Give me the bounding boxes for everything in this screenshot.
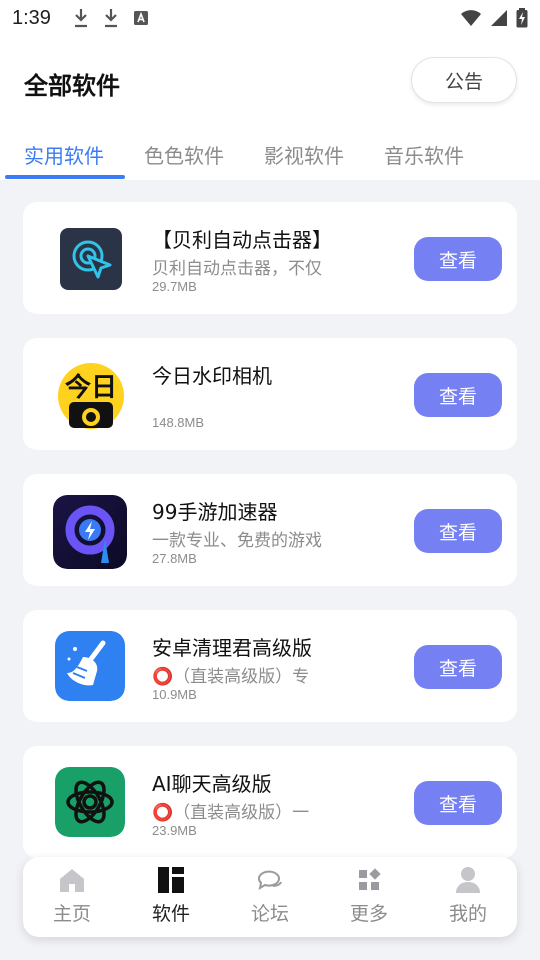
app-card[interactable]: AI聊天高级版 ⭕（直装高级版）一 23.9MB 查看 [23,746,517,858]
nav-more[interactable]: 更多 [320,865,418,931]
app-name: 【贝利自动点击器】 [152,228,332,252]
app-name: 安卓清理君高级版 [152,636,312,660]
nav-label: 论坛 [250,903,289,925]
app-card[interactable]: 99手游加速器 一款专业、免费的游戏 27.8MB 查看 [23,474,517,586]
svg-text:今日: 今日 [65,372,117,403]
cleaner-broom-icon [55,631,125,701]
apps-grid-icon [158,867,184,893]
app-card[interactable]: 安卓清理君高级版 ⭕（直装高级版）专 10.9MB 查看 [23,610,517,722]
app-name: AI聊天高级版 [152,772,272,796]
app-size: 27.8MB [152,551,197,566]
app-description: ⭕（直装高级版）一 [152,803,310,823]
nav-label: 主页 [52,903,91,925]
more-grid-icon [359,868,381,890]
chat-bubbles-icon [258,870,282,891]
home-icon [60,869,84,892]
category-tabs: 实用软件 色色软件 影视软件 音乐软件 [0,136,540,180]
nav-profile[interactable]: 我的 [419,865,517,931]
status-time: 1:39 [12,6,51,29]
status-notifications [73,8,149,28]
page-title: 全部软件 [24,72,120,100]
text-notification-icon [133,11,148,25]
app-size: 148.8MB [152,415,205,430]
wifi-icon [461,10,481,26]
download-icon [74,9,87,28]
app-card[interactable]: 【贝利自动点击器】 贝利自动点击器，不仅 29.7MB 查看 [23,202,517,314]
view-button[interactable]: 查看 [414,781,502,825]
bottom-nav: 主页 软件 论坛 更多 我的 [23,857,517,937]
battery-charging-icon [516,8,528,28]
nav-forum[interactable]: 论坛 [221,865,319,931]
nav-label: 软件 [151,903,190,925]
page-header: 全部软件 公告 实用软件 色色软件 影视软件 音乐软件 [0,36,540,180]
status-bar: 1:39 [0,0,540,36]
view-button[interactable]: 查看 [414,373,502,417]
notice-button[interactable]: 公告 [411,57,517,103]
active-tab-indicator [5,175,125,179]
app-card[interactable]: 今日 今日水印相机 148.8MB 查看 [23,338,517,450]
auto-clicker-icon [60,228,122,290]
cell-signal-icon [491,10,507,26]
view-button[interactable]: 查看 [414,509,502,553]
view-button[interactable]: 查看 [414,237,502,281]
nav-label: 我的 [448,903,487,925]
tab-utility[interactable]: 实用软件 [24,140,104,169]
app-size: 23.9MB [152,823,197,838]
tab-video[interactable]: 影视软件 [264,140,344,169]
download-icon [104,9,117,28]
ai-chat-icon [55,767,125,837]
app-size: 10.9MB [152,687,197,702]
app-description: ⭕（直装高级版）专 [152,667,310,687]
game-accelerator-icon [53,495,127,569]
app-description: 一款专业、免费的游戏 [152,531,322,551]
app-description: 贝利自动点击器，不仅 [152,259,322,279]
view-button[interactable]: 查看 [414,645,502,689]
app-name: 99手游加速器 [152,500,278,524]
nav-home[interactable]: 主页 [23,865,121,931]
nav-label: 更多 [349,903,388,925]
status-system-icons [460,8,528,28]
watermark-camera-icon: 今日 [57,360,125,432]
tab-adult[interactable]: 色色软件 [144,140,224,169]
app-name: 今日水印相机 [152,364,272,388]
profile-icon [456,867,480,893]
nav-software[interactable]: 软件 [122,865,220,931]
tab-music[interactable]: 音乐软件 [384,140,464,169]
app-size: 29.7MB [152,279,197,294]
